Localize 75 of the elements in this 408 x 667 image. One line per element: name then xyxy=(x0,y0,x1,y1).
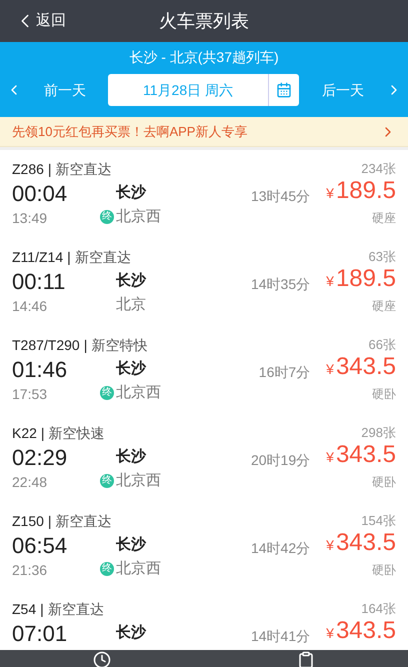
ticket-count: 298张 xyxy=(361,424,396,442)
arrival-station: 北京西 xyxy=(116,559,161,579)
price: ¥189.5 xyxy=(326,266,396,294)
arrival-station: 北京西 xyxy=(116,207,161,227)
train-type: 新空特快 xyxy=(91,336,148,354)
seat-type: 硬座 xyxy=(372,298,396,315)
terminal-badge: 终 xyxy=(100,562,114,576)
ticket-count: 234张 xyxy=(361,160,396,178)
train-type: 新空直达 xyxy=(56,160,112,178)
departure-time: 01:46 xyxy=(12,358,68,382)
departure-station: 长沙 xyxy=(116,183,148,203)
page-title: 火车票列表 xyxy=(159,10,249,32)
train-type: 新空直达 xyxy=(56,512,112,530)
terminal-badge: 终 xyxy=(100,210,114,224)
departure-station: 长沙 xyxy=(116,535,148,555)
separator: | xyxy=(48,512,52,530)
arrival-station: 北京西 xyxy=(116,471,161,491)
train-type: 新空快速 xyxy=(48,424,105,442)
separator: | xyxy=(40,600,44,618)
seat-type: 硬座 xyxy=(372,210,396,227)
train-number: Z54 xyxy=(12,600,36,618)
duration: 20时19分 xyxy=(250,451,310,470)
separator: | xyxy=(84,336,88,354)
departure-time: 00:11 xyxy=(12,270,66,294)
terminal-badge: 终 xyxy=(100,474,114,488)
seat-type: 硬卧 xyxy=(372,562,396,579)
price: ¥189.5 xyxy=(326,178,396,206)
departure-station: 长沙 xyxy=(116,271,146,291)
duration: 16时7分 xyxy=(258,363,310,382)
price: ¥343.5 xyxy=(326,442,396,470)
duration: 14时41分 xyxy=(250,627,310,646)
arrival-station: 北京西 xyxy=(116,383,161,403)
route-title: 长沙 - 北京(共37趟列车) xyxy=(129,48,279,67)
departure-time: 07:01 xyxy=(12,622,68,646)
departure-station: 长沙 xyxy=(116,623,146,643)
departure-station: 长沙 xyxy=(116,447,148,467)
price: ¥343.5 xyxy=(326,530,396,558)
terminal-badge: 终 xyxy=(100,386,114,400)
separator: | xyxy=(67,248,71,266)
train-number: K22 xyxy=(12,424,37,442)
clock-icon xyxy=(93,651,111,667)
arrival-station: 北京 xyxy=(116,295,146,315)
duration: 14时35分 xyxy=(250,275,310,294)
train-number: Z286 xyxy=(12,160,44,178)
train-number: Z11/Z14 xyxy=(12,248,64,266)
ticket-count: 164张 xyxy=(361,600,396,618)
arrival-time: 13:49 xyxy=(12,209,48,228)
price: ¥343.5 xyxy=(326,354,396,382)
separator: | xyxy=(40,424,45,442)
departure-time: 02:29 xyxy=(12,446,68,470)
train-type: 新空直达 xyxy=(48,600,104,618)
train-number: T287/T290 xyxy=(12,336,80,354)
calendar-icon xyxy=(276,82,292,98)
arrival-time: 21:36 xyxy=(12,561,48,580)
back-button[interactable]: 返回 xyxy=(0,10,66,32)
clipboard-icon xyxy=(297,651,315,667)
train-number: Z150 xyxy=(12,512,44,530)
promo-text: 先领10元红包再买票！去啊APP新人专享 xyxy=(12,122,248,141)
separator: | xyxy=(48,160,52,178)
seat-type: 硬卧 xyxy=(372,474,396,491)
departure-time: 06:54 xyxy=(12,534,68,558)
departure-time: 00:04 xyxy=(12,182,68,206)
date-text: 11月28日 周六 xyxy=(142,80,234,100)
ticket-count: 66张 xyxy=(368,336,396,354)
price: ¥343.5 xyxy=(326,618,396,646)
arrival-time: 22:48 xyxy=(12,473,48,492)
duration: 14时42分 xyxy=(250,539,310,558)
arrival-time: 17:53 xyxy=(12,385,48,404)
train-type: 新空直达 xyxy=(74,248,131,266)
departure-station: 长沙 xyxy=(116,359,148,379)
ticket-count: 154张 xyxy=(361,512,396,530)
seat-type: 硬卧 xyxy=(372,386,396,403)
duration: 13时45分 xyxy=(250,187,310,206)
ticket-count: 63张 xyxy=(368,248,396,266)
arrival-time: 14:46 xyxy=(12,297,48,316)
